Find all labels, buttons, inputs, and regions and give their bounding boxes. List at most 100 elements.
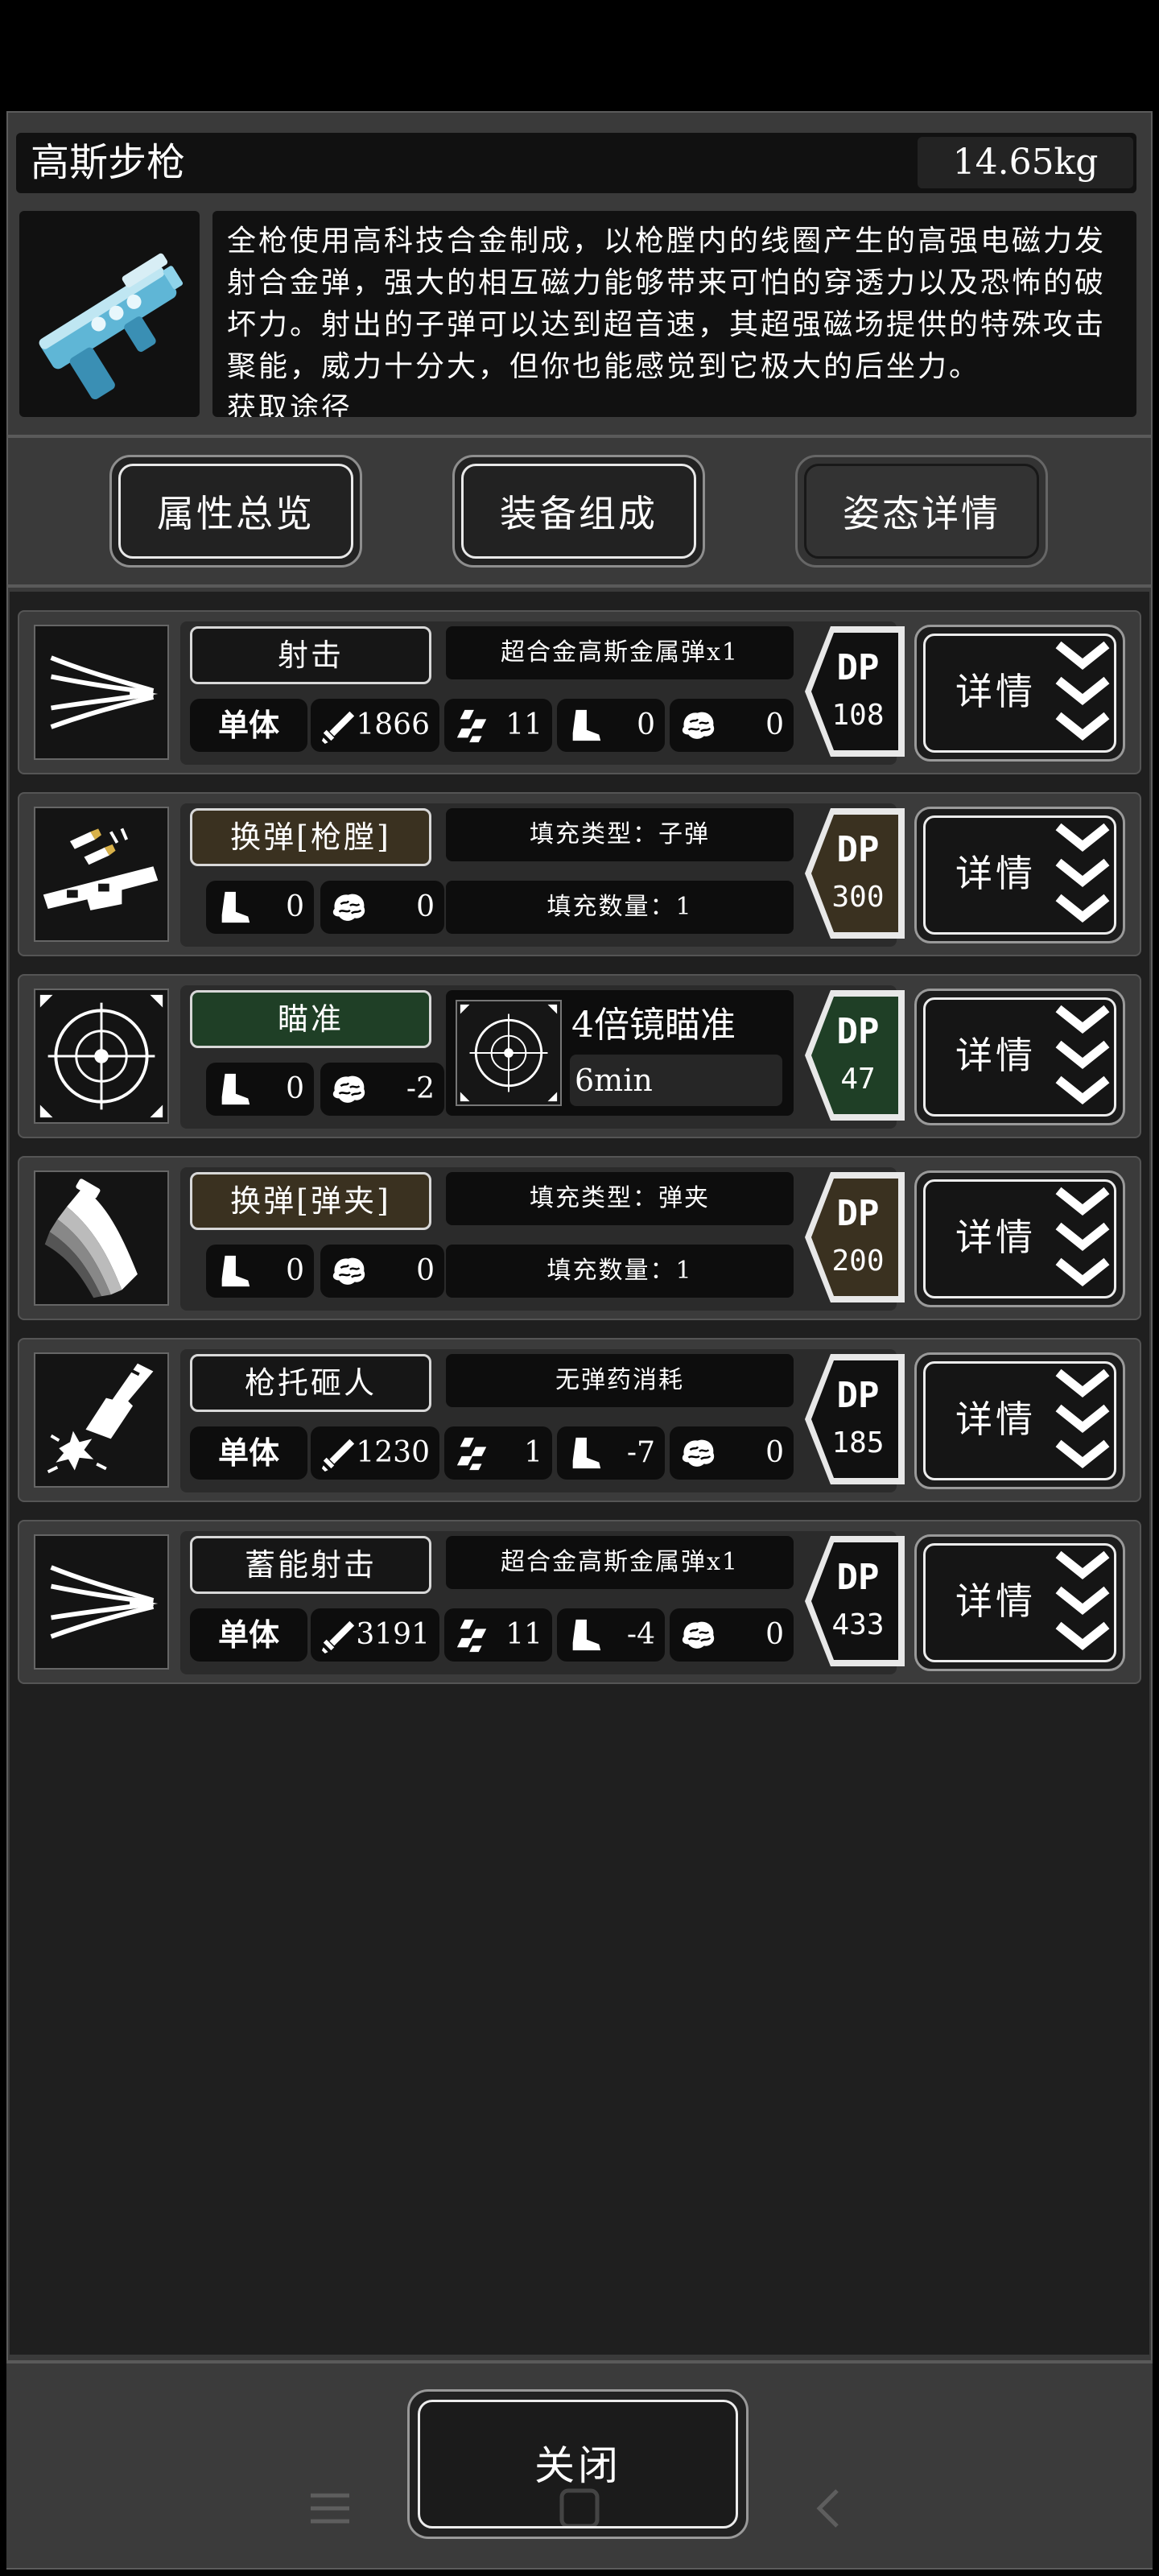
action-name: 换弹[弹夹] xyxy=(190,1172,431,1230)
detail-button[interactable]: 详情 xyxy=(914,807,1125,943)
action-card-butt-strike[interactable]: 枪托砸人 无弹药消耗 单体 1230 1 -7 0 DP 185 详情 xyxy=(18,1338,1141,1502)
mind-stat: 0 xyxy=(670,1608,794,1662)
brain-icon xyxy=(681,1620,716,1650)
fill-type: 填充类型：弹夹 xyxy=(446,1172,794,1225)
svg-text:DP: DP xyxy=(837,1557,880,1598)
scope-status: 4倍镜瞄准 6min xyxy=(446,990,794,1116)
dp-badge: DP 108 xyxy=(802,623,908,760)
tab-attribute-overview[interactable]: 属性总览 xyxy=(109,455,362,568)
hits-icon xyxy=(456,1619,487,1653)
boot-icon xyxy=(572,1619,601,1651)
boot-icon xyxy=(572,709,601,741)
svg-text:DP: DP xyxy=(837,647,880,688)
hits-stat: 11 xyxy=(444,1608,552,1662)
mind-stat: 0 xyxy=(320,881,444,934)
action-card-reload-chamber[interactable]: 换弹[枪膛] 填充类型：子弹 填充数量：1 0 0 DP 300 详情 xyxy=(18,792,1141,956)
scope-duration: 6min xyxy=(570,1055,782,1106)
detail-button[interactable]: 详情 xyxy=(914,1170,1125,1307)
chamber-reload-icon xyxy=(34,807,169,942)
boot-icon xyxy=(221,1073,250,1105)
target-type: 单体 xyxy=(190,1426,307,1480)
mind-stat: 0 xyxy=(320,1245,444,1298)
tab-stance-details[interactable]: 姿态详情 xyxy=(795,455,1048,568)
move-stat: 0 xyxy=(206,881,314,934)
divider xyxy=(6,435,1153,438)
fill-count: 填充数量：1 xyxy=(446,1245,794,1298)
hits-stat: 11 xyxy=(444,699,552,752)
detail-button[interactable]: 详情 xyxy=(914,989,1125,1125)
move-stat: 0 xyxy=(206,1245,314,1298)
action-name: 射击 xyxy=(190,626,431,684)
ammo-consumption: 超合金高斯金属弹x1 xyxy=(446,1536,794,1589)
dp-badge: DP 47 xyxy=(802,987,908,1124)
ammo-consumption: 超合金高斯金属弹x1 xyxy=(446,626,794,679)
boot-icon xyxy=(221,1255,250,1287)
svg-text:DP: DP xyxy=(837,1193,880,1234)
action-name: 换弹[枪膛] xyxy=(190,808,431,866)
action-card-reload-magazine[interactable]: 换弹[弹夹] 填充类型：弹夹 填充数量：1 0 0 DP 200 详情 xyxy=(18,1156,1141,1320)
sword-icon xyxy=(321,711,355,744)
dp-value: 108 xyxy=(831,699,884,732)
dp-badge: DP 185 xyxy=(802,1351,908,1488)
back-icon xyxy=(816,2489,839,2528)
move-stat: -4 xyxy=(557,1608,665,1662)
action-card-charged-shot[interactable]: 蓄能射击 超合金高斯金属弹x1 单体 3191 11 -4 0 DP 433 详情 xyxy=(18,1520,1141,1684)
detail-button[interactable]: 详情 xyxy=(914,1352,1125,1489)
brain-icon xyxy=(681,1439,716,1468)
dp-value: 185 xyxy=(831,1426,884,1459)
weapon-image xyxy=(19,211,200,417)
damage-stat: 1230 xyxy=(311,1426,439,1480)
dp-value: 300 xyxy=(831,881,884,914)
scope-icon xyxy=(456,1000,562,1106)
weapon-weight: 14.65kg xyxy=(918,137,1133,188)
chevron-down-icon xyxy=(1052,1184,1113,1294)
fill-type: 填充类型：子弹 xyxy=(446,808,794,861)
tab-equipment-composition[interactable]: 装备组成 xyxy=(452,455,705,568)
move-stat: -7 xyxy=(557,1426,665,1480)
claw-slash-icon xyxy=(34,625,169,760)
scope-title: 4倍镜瞄准 xyxy=(571,1005,736,1046)
hits-stat: 1 xyxy=(444,1426,552,1480)
magazine-reload-icon xyxy=(34,1170,169,1306)
action-name: 瞄准 xyxy=(190,990,431,1048)
hits-icon xyxy=(456,709,487,743)
claw-slash-icon xyxy=(34,1534,169,1670)
boot-icon xyxy=(221,891,250,923)
brain-icon xyxy=(332,1257,366,1286)
dp-badge: DP 300 xyxy=(802,805,908,942)
hits-icon xyxy=(456,1437,487,1471)
action-name: 枪托砸人 xyxy=(190,1354,431,1412)
action-card-shoot[interactable]: 射击 超合金高斯金属弹x1 单体 1866 11 0 0 DP 108 详情 xyxy=(18,610,1141,774)
target-type: 单体 xyxy=(190,699,307,752)
weapon-description-box[interactable]: 全枪使用高科技合金制成，以枪膛内的线圈产生的高强电磁力发射合金弹，强大的相互磁力… xyxy=(212,211,1136,417)
sword-icon xyxy=(321,1620,355,1653)
divider xyxy=(6,584,1153,588)
chevron-down-icon xyxy=(1052,1002,1113,1112)
fill-count: 填充数量：1 xyxy=(446,881,794,934)
move-stat: 0 xyxy=(557,699,665,752)
dp-value: 47 xyxy=(840,1063,875,1096)
dp-badge: DP 200 xyxy=(802,1169,908,1306)
damage-stat: 1866 xyxy=(311,699,439,752)
dp-badge: DP 433 xyxy=(802,1533,908,1670)
dp-value: 433 xyxy=(831,1608,884,1641)
brain-icon xyxy=(332,893,366,923)
svg-text:DP: DP xyxy=(837,1011,880,1052)
chevron-down-icon xyxy=(1052,1366,1113,1476)
action-card-aim[interactable]: 瞄准 4倍镜瞄准 6min 0 -2 DP 47 详情 xyxy=(18,974,1141,1138)
mind-stat: 0 xyxy=(670,699,794,752)
menu-icon xyxy=(311,2493,349,2524)
detail-button[interactable]: 详情 xyxy=(914,1534,1125,1671)
chevron-down-icon xyxy=(1052,638,1113,748)
action-name: 蓄能射击 xyxy=(190,1536,431,1594)
crosshair-icon xyxy=(34,989,169,1124)
boot-icon xyxy=(572,1437,601,1469)
weapon-description: 全枪使用高科技合金制成，以枪膛内的线圈产生的高强电磁力发射合金弹，强大的相互磁力… xyxy=(227,225,1107,383)
dp-value: 200 xyxy=(831,1245,884,1278)
home-icon xyxy=(559,2488,600,2529)
detail-button[interactable]: 详情 xyxy=(914,625,1125,762)
weapon-name: 高斯步枪 xyxy=(31,140,186,185)
svg-text:DP: DP xyxy=(837,1375,880,1416)
ammo-consumption: 无弹药消耗 xyxy=(446,1354,794,1407)
brain-icon xyxy=(681,711,716,741)
